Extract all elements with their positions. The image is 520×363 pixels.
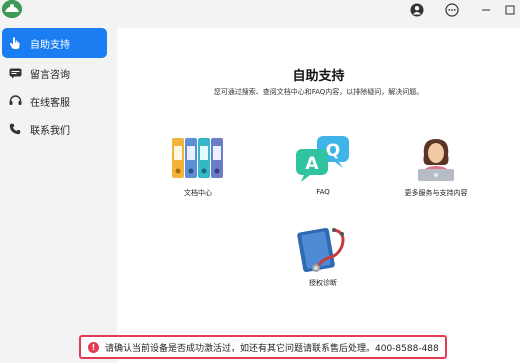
- app-logo-icon: [2, 0, 22, 18]
- sidebar-item-label: 在线客服: [30, 97, 70, 109]
- notice-banner: ! 请确认当前设备是否成功激活过，如还有其它问题请联系售后处理。400-8588…: [79, 335, 447, 359]
- card-label: 文档中心: [184, 189, 212, 197]
- card-label: 更多服务与支持内容: [404, 189, 468, 197]
- more-icon[interactable]: [440, 0, 464, 20]
- notice-text: 请确认当前设备是否成功激活过，如还有其它问题请联系售后处理。400-8588-4…: [105, 343, 439, 354]
- sidebar-item-message[interactable]: 留言咨询: [2, 58, 107, 88]
- sidebar-item-contact[interactable]: 联系我们: [2, 114, 107, 144]
- maximize-icon[interactable]: [498, 0, 520, 20]
- sidebar-item-self-support[interactable]: 自助支持: [2, 28, 107, 58]
- qa-bubbles-icon: Q A: [295, 134, 351, 184]
- card-faq[interactable]: Q A FAQ: [293, 134, 353, 196]
- card-authorization-diagnostics[interactable]: 授权诊断: [293, 224, 353, 288]
- sidebar-item-label: 留言咨询: [30, 69, 70, 81]
- user-icon[interactable]: [405, 0, 429, 20]
- minimize-icon[interactable]: [474, 0, 498, 20]
- page-title: 自助支持: [292, 69, 345, 84]
- card-more-services[interactable]: 更多服务与支持内容: [381, 134, 491, 198]
- message-icon: [8, 66, 22, 80]
- svg-text:A: A: [305, 154, 319, 174]
- headset-icon: [8, 94, 22, 108]
- card-label: 授权诊断: [309, 279, 337, 287]
- warning-icon: !: [88, 341, 99, 353]
- card-label: FAQ: [316, 188, 330, 196]
- card-docs-center[interactable]: 文档中心: [168, 134, 228, 198]
- sidebar-item-online-service[interactable]: 在线客服: [2, 86, 107, 116]
- phone-icon: [8, 122, 22, 136]
- main-panel: 自助支持 您可通过搜索、查阅文档中心和FAQ内容，以排除疑问，解决问题。 文档中…: [117, 28, 520, 363]
- binders-icon: [170, 134, 226, 184]
- title-bar: [0, 0, 520, 24]
- sidebar-item-label: 联系我们: [30, 125, 70, 137]
- hand-pointer-icon: [8, 36, 22, 50]
- sidebar-item-label: 自助支持: [30, 39, 70, 51]
- sidebar: 自助支持 留言咨询 在线客服 联系我们: [0, 24, 112, 363]
- stethoscope-icon: [295, 224, 351, 274]
- support-agent-icon: [408, 134, 464, 184]
- page-subtitle: 您可通过搜索、查阅文档中心和FAQ内容，以排除疑问，解决问题。: [213, 88, 424, 96]
